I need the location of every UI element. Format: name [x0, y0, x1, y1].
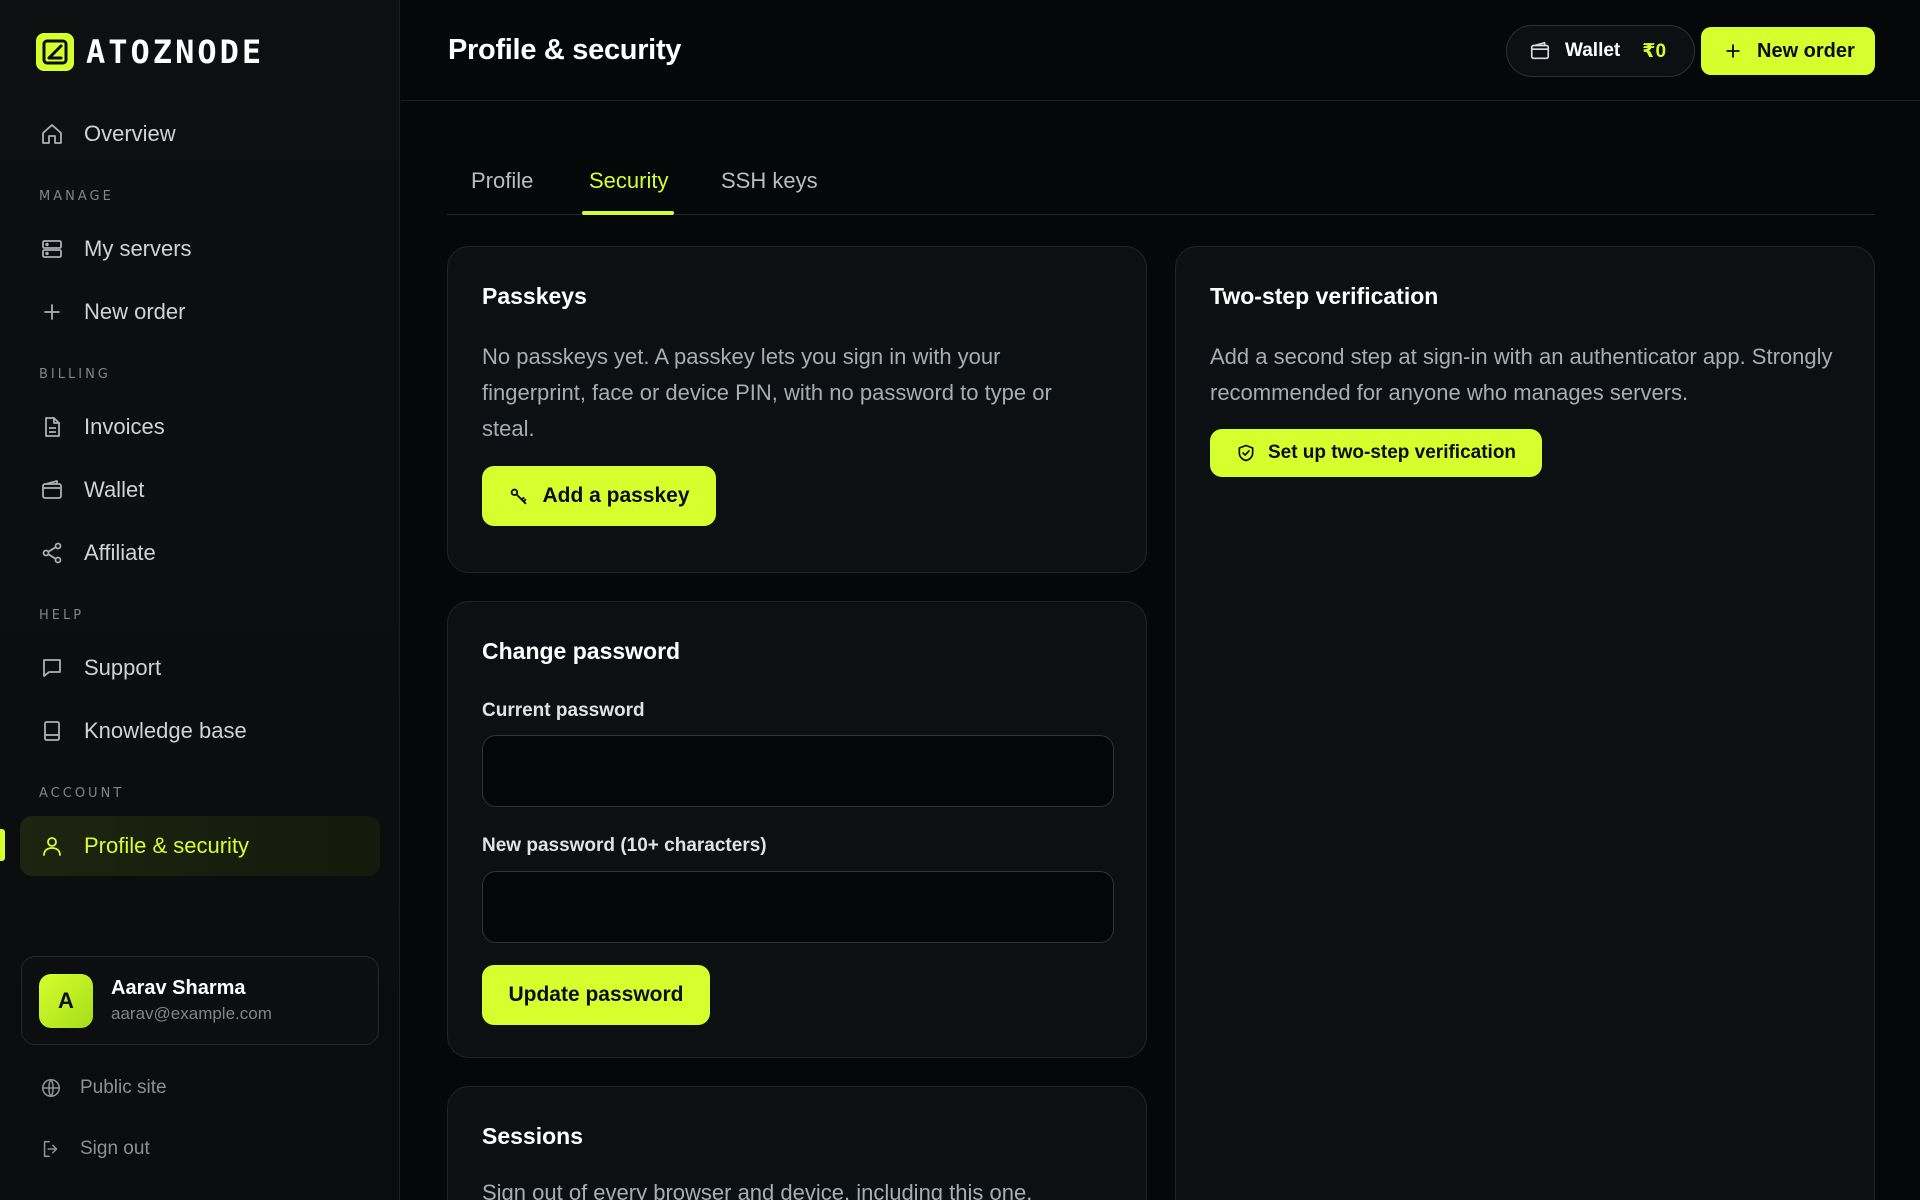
user-card[interactable]: A Aarav Sharma aarav@example.com — [21, 956, 379, 1045]
home-icon — [40, 122, 64, 146]
user-icon — [40, 834, 64, 858]
sidebar-item-wallet[interactable]: Wallet — [20, 460, 380, 520]
section-label-billing: BILLING — [39, 367, 111, 382]
section-label-help: HELP — [39, 608, 85, 623]
change-password-title: Change password — [482, 638, 681, 664]
sidebar-item-label: Knowledge base — [84, 718, 247, 743]
wallet-balance: ₹0 — [1642, 40, 1667, 62]
sessions-card: Sessions Sign out of every browser and d… — [447, 1086, 1147, 1200]
sidebar-item-label: New order — [84, 299, 186, 324]
sidebar-item-my-servers[interactable]: My servers — [20, 219, 380, 279]
new-password-label: New password (10+ characters) — [482, 835, 767, 856]
sidebar-item-profile-security[interactable]: Profile & security — [20, 816, 380, 876]
chat-icon — [40, 656, 64, 680]
update-password-label: Update password — [508, 983, 684, 1006]
active-indicator — [0, 829, 5, 861]
section-label-manage: MANAGE — [39, 189, 114, 204]
tab-profile[interactable]: Profile — [471, 168, 533, 194]
two-step-title: Two-step verification — [1210, 283, 1439, 309]
brand-logo[interactable]: ATOZNODE — [36, 33, 264, 71]
new-password-input[interactable] — [482, 871, 1114, 943]
wallet-icon — [1529, 40, 1551, 62]
brand-name: ATOZNODE — [86, 33, 265, 71]
sidebar-item-label: Profile & security — [84, 833, 250, 858]
wallet-label: Wallet — [1565, 40, 1621, 61]
setup-two-step-label: Set up two-step verification — [1267, 442, 1517, 463]
new-order-label: New order — [1757, 39, 1855, 62]
globe-icon — [40, 1077, 62, 1099]
tab-bar: Profile Security SSH keys — [447, 160, 1875, 215]
current-password-input[interactable] — [482, 735, 1114, 807]
plus-icon — [1723, 41, 1743, 61]
add-passkey-button[interactable]: Add a passkey — [482, 466, 716, 526]
top-header: Profile & security Wallet ₹0 New order — [401, 0, 1920, 101]
sidebar-item-invoices[interactable]: Invoices — [20, 397, 380, 457]
section-label-account: ACCOUNT — [39, 786, 125, 801]
shield-check-icon — [1236, 443, 1256, 463]
sidebar-item-label: Invoices — [84, 414, 165, 439]
book-icon — [40, 719, 64, 743]
change-password-card: Change password Current password New pas… — [447, 601, 1147, 1058]
sidebar-item-label: Support — [84, 655, 162, 680]
public-site-link[interactable]: Public site — [40, 1077, 167, 1099]
sidebar: ATOZNODE Overview MANAGE My servers New … — [0, 0, 400, 1200]
wallet-icon — [40, 478, 64, 502]
sessions-description: Sign out of every browser and device, in… — [482, 1180, 1033, 1200]
document-icon — [40, 415, 64, 439]
sessions-title: Sessions — [482, 1123, 583, 1149]
sidebar-item-new-order[interactable]: New order — [20, 282, 380, 342]
sidebar-item-label: My servers — [84, 236, 192, 261]
current-password-label: Current password — [482, 700, 645, 721]
sidebar-item-affiliate[interactable]: Affiliate — [20, 523, 380, 583]
sidebar-item-support[interactable]: Support — [20, 638, 380, 698]
passkeys-description: No passkeys yet. A passkey lets you sign… — [482, 344, 1052, 441]
sidebar-item-overview[interactable]: Overview — [20, 104, 380, 164]
setup-two-step-button[interactable]: Set up two-step verification — [1210, 429, 1542, 477]
avatar: A — [39, 973, 93, 1028]
active-tab-underline — [582, 211, 674, 215]
user-name: Aarav Sharma — [111, 977, 246, 999]
sidebar-item-knowledge-base[interactable]: Knowledge base — [20, 701, 380, 761]
passkeys-title: Passkeys — [482, 283, 587, 309]
public-site-label: Public site — [80, 1077, 167, 1098]
two-step-card: Two-step verification Add a second step … — [1175, 246, 1875, 1200]
sign-out-icon — [40, 1138, 62, 1160]
sidebar-item-label: Affiliate — [84, 540, 156, 565]
key-icon — [508, 485, 530, 507]
page-title: Profile & security — [448, 34, 682, 66]
sign-out-label: Sign out — [80, 1138, 150, 1159]
tab-ssh-keys[interactable]: SSH keys — [721, 168, 818, 194]
share-icon — [40, 541, 64, 565]
tab-security[interactable]: Security — [589, 168, 668, 194]
two-step-description: Add a second step at sign-in with an aut… — [1210, 344, 1833, 405]
brand-mark-icon — [36, 33, 74, 71]
wallet-button[interactable]: Wallet ₹0 — [1506, 25, 1696, 77]
sidebar-item-label: Wallet — [84, 477, 145, 502]
sidebar-item-label: Overview — [84, 121, 176, 146]
user-email: aarav@example.com — [111, 1004, 272, 1023]
add-passkey-label: Add a passkey — [542, 484, 690, 507]
server-icon — [40, 237, 64, 261]
new-order-button[interactable]: New order — [1701, 27, 1875, 75]
plus-icon — [40, 300, 64, 324]
passkeys-card: Passkeys No passkeys yet. A passkey lets… — [447, 246, 1147, 573]
sign-out-link[interactable]: Sign out — [40, 1138, 150, 1160]
sidebar-nav: Overview MANAGE My servers New order BIL… — [20, 104, 380, 879]
update-password-button[interactable]: Update password — [482, 965, 710, 1025]
